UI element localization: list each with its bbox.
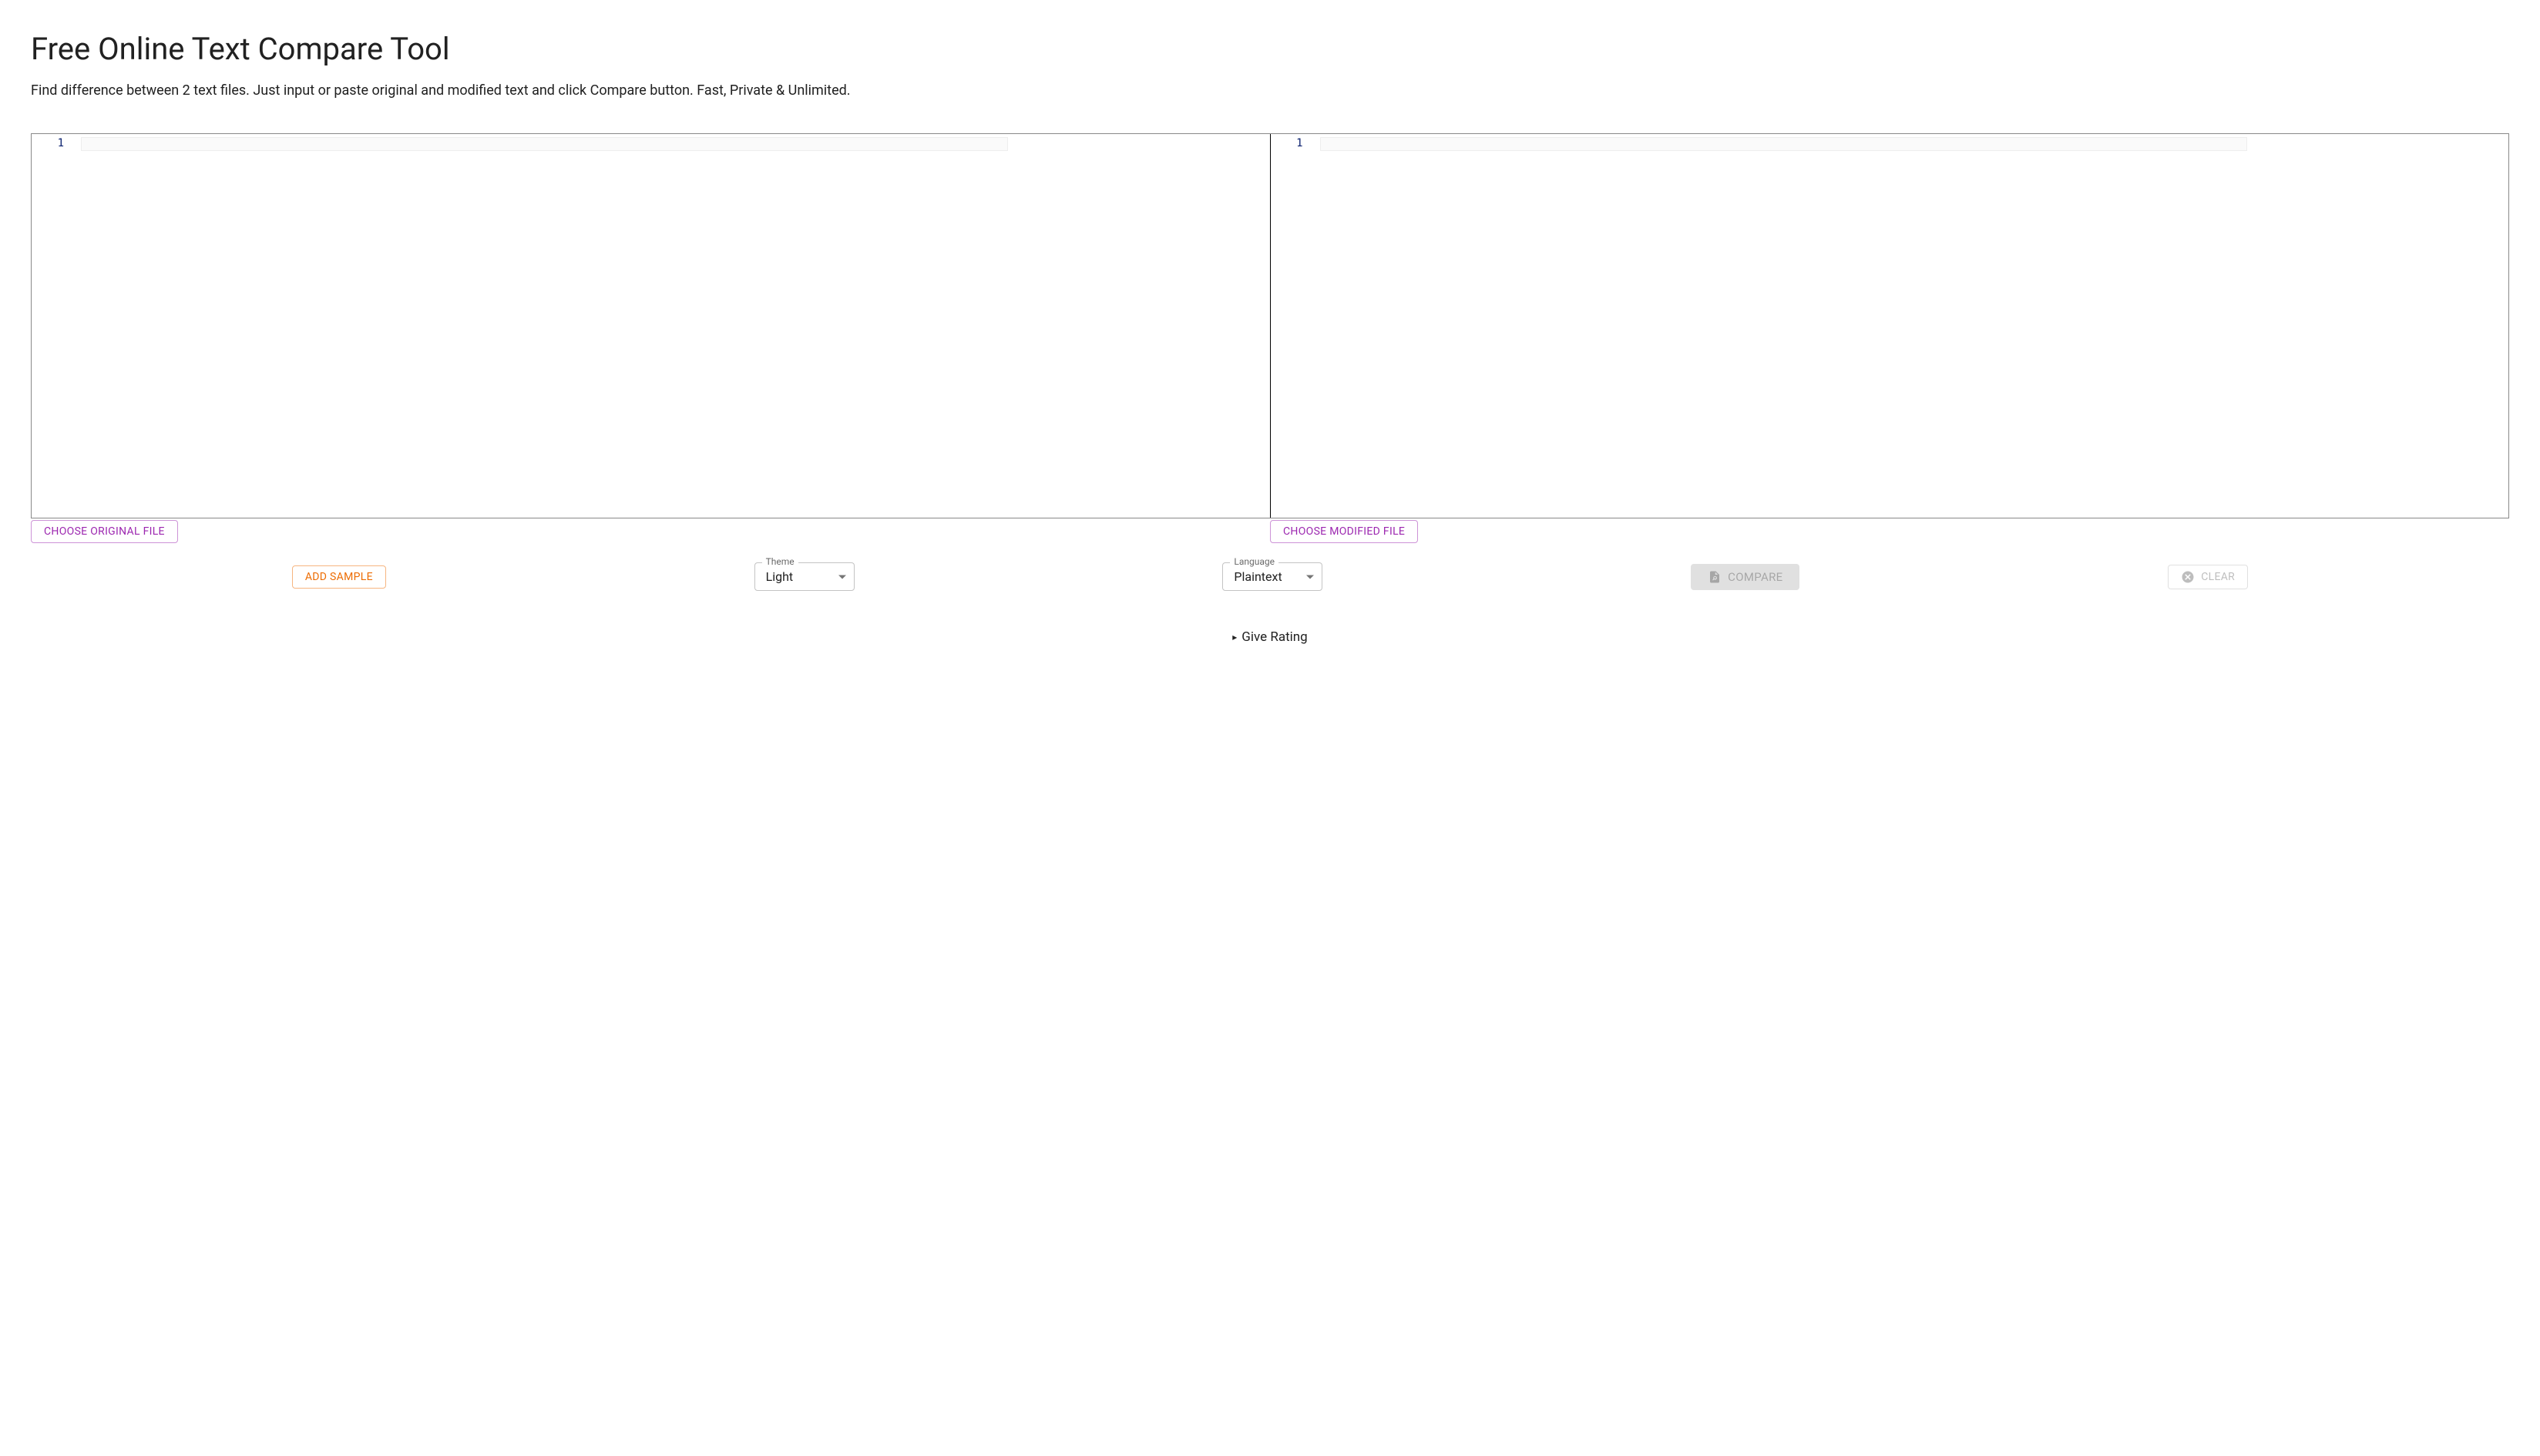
- compare-button: COMPARE: [1691, 564, 1799, 590]
- choose-original-file-button[interactable]: CHOOSE ORIGINAL FILE: [31, 520, 178, 543]
- theme-select[interactable]: Theme Light: [754, 562, 855, 591]
- toolbar: ADD SAMPLE Theme Light Language Plaintex…: [31, 562, 2509, 591]
- original-current-line: [81, 137, 1008, 151]
- language-select-label: Language: [1230, 556, 1278, 567]
- chevron-down-icon: [838, 575, 846, 579]
- original-line-number: 1: [32, 137, 64, 149]
- language-select-value: Plaintext: [1234, 569, 1282, 584]
- original-gutter: 1: [32, 134, 78, 518]
- give-rating-toggle[interactable]: Give Rating: [1232, 629, 1307, 645]
- modified-current-line: [1320, 137, 2247, 151]
- diff-editor-container: 1 1: [31, 133, 2509, 518]
- modified-line-number: 1: [1271, 137, 1303, 149]
- clear-button: CLEAR: [2168, 565, 2248, 589]
- theme-select-label: Theme: [762, 556, 798, 567]
- add-sample-button[interactable]: ADD SAMPLE: [292, 565, 386, 589]
- modified-gutter: 1: [1271, 134, 1317, 518]
- compare-button-label: COMPARE: [1728, 570, 1782, 584]
- cancel-icon: [2181, 570, 2195, 584]
- original-editor-pane[interactable]: 1: [32, 134, 1271, 518]
- rating-row: Give Rating: [31, 629, 2509, 645]
- search-document-icon: [1708, 570, 1722, 584]
- modified-editor-content[interactable]: [1317, 134, 2509, 518]
- file-buttons-row: CHOOSE ORIGINAL FILE CHOOSE MODIFIED FIL…: [31, 520, 2509, 543]
- theme-select-value: Light: [766, 569, 794, 584]
- page-title: Free Online Text Compare Tool: [31, 31, 2509, 67]
- modified-editor-pane[interactable]: 1: [1271, 134, 2509, 518]
- clear-button-label: CLEAR: [2201, 571, 2235, 583]
- chevron-down-icon: [1306, 575, 1314, 579]
- original-editor-content[interactable]: [78, 134, 1270, 518]
- choose-modified-file-button[interactable]: CHOOSE MODIFIED FILE: [1270, 520, 1418, 543]
- page-description: Find difference between 2 text files. Ju…: [31, 82, 2509, 99]
- language-select[interactable]: Language Plaintext: [1222, 562, 1322, 591]
